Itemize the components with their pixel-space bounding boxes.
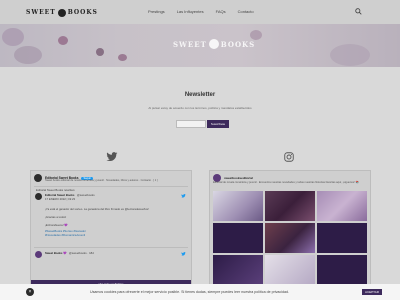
cookie-banner: × Usamos cookies para ofrecerte el mejor…	[0, 284, 400, 300]
nav-item-prestings[interactable]: Prestings	[148, 9, 165, 14]
avatar[interactable]	[34, 174, 42, 182]
tweet-handle: @sweetbooks	[77, 193, 95, 197]
instagram-post[interactable]	[317, 255, 367, 285]
blossom-decoration	[2, 28, 24, 46]
tweet-author[interactable]: Sweet Books 💜	[45, 251, 67, 255]
tweet-text-line: ¡Gracias a todos!	[45, 215, 67, 219]
nav-item-influyentes[interactable]: Las Influyentes	[177, 9, 204, 14]
tweet-hashtags[interactable]: #Novedades #RomanticaJuvenil	[45, 233, 85, 237]
twitter-timeline[interactable]: Editorial Sweet Books Seguir Sweet books…	[30, 170, 192, 288]
main-menu: Prestings Las Influyentes FAQs Contacto	[148, 9, 254, 14]
instagram-grid	[213, 191, 367, 285]
instagram-post[interactable]	[213, 255, 263, 285]
tweet-handle: @sweetbooks · 18d	[69, 251, 94, 255]
blossom-decoration	[14, 46, 42, 64]
divider	[34, 186, 188, 187]
avatar[interactable]	[35, 251, 42, 258]
search-icon[interactable]	[355, 8, 362, 15]
newsletter-title: Newsletter	[184, 92, 216, 98]
site-logo[interactable]: SWEET BOOKS	[26, 7, 98, 18]
newsletter-text: Al pulsar estoy de acuerdo con los térmi…	[148, 106, 252, 110]
hero-banner: SWEET BOOKS	[0, 24, 400, 67]
twitter-bird-icon	[181, 194, 186, 198]
divider	[34, 247, 188, 248]
logo-text-left: SWEET	[26, 9, 56, 16]
instagram-description: Editorial de novela romántica y juvenil …	[213, 181, 359, 184]
instagram-feed[interactable]: sweetbookseditorial Editorial de novela …	[209, 170, 371, 288]
newsletter-email-input[interactable]	[176, 120, 206, 128]
top-navigation: SWEET BOOKS Prestings Las Influyentes FA…	[0, 0, 400, 24]
logo-mark-icon	[57, 8, 66, 17]
blossom-decoration	[118, 54, 127, 61]
hero-logo: SWEET BOOKS	[173, 39, 255, 49]
hero-logo-mark-icon	[208, 39, 219, 49]
tweet-text-line: ¡Ya está el ganador del sorteo. La ganad…	[45, 207, 149, 211]
close-icon[interactable]: ×	[26, 288, 34, 296]
avatar[interactable]	[35, 193, 42, 200]
twitter-description: Sweet books editorial de novela romántic…	[45, 179, 158, 182]
tweet-date: 17 ENERO 2022 | 19:23	[45, 197, 76, 201]
instagram-post[interactable]	[265, 255, 315, 285]
tweet-text-line: ¡Enhorabuena! 💜	[45, 223, 68, 227]
instagram-post[interactable]	[317, 191, 367, 221]
instagram-post[interactable]	[317, 223, 367, 253]
instagram-post[interactable]	[213, 223, 263, 253]
nav-item-contacto[interactable]: Contacto	[238, 9, 254, 14]
cookie-text: Usamos cookies para ofrecerte el mejor s…	[90, 290, 289, 294]
twitter-bird-icon	[181, 252, 186, 256]
newsletter-subscribe-button[interactable]: Suscríbete	[207, 120, 229, 128]
instagram-handle[interactable]: sweetbookseditorial	[224, 176, 253, 180]
blossom-decoration	[58, 36, 68, 45]
instagram-post[interactable]	[265, 223, 315, 253]
hero-logo-text-right: BOOKS	[220, 39, 256, 49]
logo-text-right: BOOKS	[67, 9, 98, 16]
twitter-icon[interactable]	[106, 152, 118, 162]
instagram-post[interactable]	[265, 191, 315, 221]
blossom-decoration	[96, 48, 104, 56]
retweet-label: Editorial Sweet Books retwitteó	[36, 188, 75, 192]
nav-item-faqs[interactable]: FAQs	[216, 9, 226, 14]
hero-logo-text-left: SWEET	[173, 39, 207, 49]
cookie-accept-button[interactable]: ACEPTAR	[362, 289, 382, 295]
instagram-post[interactable]	[213, 191, 263, 221]
instagram-icon[interactable]	[284, 152, 294, 162]
blossom-decoration	[330, 44, 370, 66]
